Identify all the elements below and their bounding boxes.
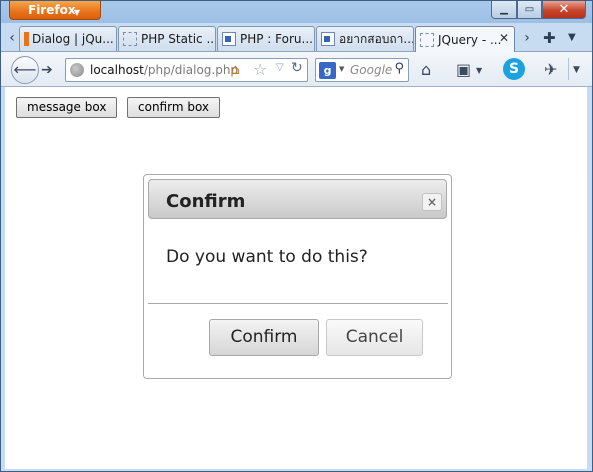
tab-label: อยากสอบถา... bbox=[339, 31, 414, 46]
url-text: localhost/php/dialog.php bbox=[90, 63, 238, 77]
dialog-title: Confirm bbox=[166, 191, 246, 212]
tab-dialog-jquery[interactable]: Dialog | jQu... bbox=[19, 26, 117, 51]
browser-window: Firefox ▼ ▁ ▭ ✕ ‹ Dialog | jQu... PHP St… bbox=[0, 0, 593, 472]
tab-php-static[interactable]: PHP Static ... bbox=[118, 26, 216, 51]
page-favicon-icon bbox=[222, 32, 236, 46]
blank-page-icon bbox=[123, 32, 137, 46]
url-history-dropdown-icon[interactable]: ▽ bbox=[276, 62, 284, 73]
dialog-title-bar[interactable]: Confirm × bbox=[148, 179, 447, 219]
firefox-menu-button[interactable]: Firefox ▼ bbox=[9, 1, 101, 20]
site-home-icon: ⌂ bbox=[231, 62, 240, 78]
toolbar-divider bbox=[568, 58, 569, 80]
tab-label: PHP : Foru... bbox=[240, 32, 313, 46]
close-tab-icon[interactable]: ✕ bbox=[499, 31, 509, 45]
tab-thai-question[interactable]: อยากสอบถา... bbox=[316, 26, 414, 51]
tab-label: Dialog | jQu... bbox=[32, 32, 114, 46]
message-box-button[interactable]: message box bbox=[16, 97, 118, 118]
globe-icon bbox=[70, 63, 84, 77]
confirm-dialog: Confirm × Do you want to do this? Confir… bbox=[143, 174, 452, 379]
addon-icon[interactable]: ✈ bbox=[544, 60, 557, 79]
title-bar: Firefox ▼ ▁ ▭ ✕ bbox=[1, 1, 592, 23]
tab-label: PHP Static ... bbox=[141, 32, 216, 46]
bookmarks-icon[interactable]: ▣ bbox=[456, 60, 471, 79]
search-input[interactable]: Google bbox=[350, 63, 392, 77]
minimize-button[interactable]: ▁ bbox=[491, 1, 517, 19]
scroll-tabs-right-icon[interactable]: › bbox=[520, 29, 534, 49]
cancel-button[interactable]: Cancel bbox=[326, 319, 423, 356]
reload-icon[interactable]: ↻ bbox=[291, 60, 303, 76]
dialog-divider bbox=[148, 303, 448, 304]
orange-favicon-icon bbox=[24, 32, 29, 46]
firefox-menu-label: Firefox bbox=[28, 3, 76, 17]
google-engine-icon[interactable]: g bbox=[319, 62, 336, 79]
url-host: localhost bbox=[90, 63, 144, 77]
scroll-tabs-left-icon[interactable]: ‹ bbox=[5, 29, 19, 49]
navigation-toolbar: ⟵ ➔ localhost/php/dialog.php ⌂ ☆ ▽ ↻ g ▼… bbox=[1, 51, 592, 87]
search-bar[interactable]: g ▼ Google ⚲ bbox=[315, 58, 409, 82]
chevron-down-icon[interactable]: ▼ bbox=[573, 65, 580, 75]
close-window-button[interactable]: ✕ bbox=[542, 1, 586, 19]
tab-label: JQuery - ... bbox=[438, 32, 502, 47]
chevron-down-icon[interactable]: ▼ bbox=[339, 65, 344, 73]
back-button[interactable]: ⟵ bbox=[11, 56, 39, 84]
new-tab-icon[interactable]: ✚ bbox=[543, 29, 556, 47]
url-bar[interactable]: localhost/php/dialog.php ⌂ ☆ ▽ ↻ bbox=[65, 58, 308, 82]
confirm-button[interactable]: Confirm bbox=[209, 319, 319, 356]
chevron-down-icon: ▼ bbox=[73, 8, 80, 17]
dialog-message: Do you want to do this? bbox=[166, 247, 368, 267]
page-content: message box confirm box Confirm × Do you… bbox=[5, 87, 587, 469]
tab-php-forum[interactable]: PHP : Foru... bbox=[217, 26, 315, 51]
tab-strip: ‹ Dialog | jQu... PHP Static ... PHP : F… bbox=[1, 23, 592, 52]
chevron-down-icon[interactable]: ▼ bbox=[476, 66, 482, 75]
close-icon[interactable]: × bbox=[422, 193, 442, 211]
page-favicon-icon bbox=[321, 32, 335, 46]
blank-page-icon bbox=[420, 32, 434, 47]
maximize-button[interactable]: ▭ bbox=[517, 1, 542, 19]
search-icon[interactable]: ⚲ bbox=[394, 61, 404, 76]
url-path: /php/dialog.php bbox=[143, 63, 239, 77]
tab-jquery-active[interactable]: JQuery - ... ✕ bbox=[415, 26, 515, 52]
bookmark-star-icon[interactable]: ☆ bbox=[253, 60, 267, 79]
forward-button[interactable]: ➔ bbox=[41, 62, 63, 80]
home-icon[interactable]: ⌂ bbox=[421, 60, 431, 79]
list-tabs-icon[interactable]: ▼ bbox=[568, 32, 576, 43]
confirm-box-button[interactable]: confirm box bbox=[127, 97, 221, 118]
skype-icon[interactable]: S bbox=[503, 58, 525, 80]
window-controls: ▁ ▭ ✕ bbox=[491, 1, 586, 19]
